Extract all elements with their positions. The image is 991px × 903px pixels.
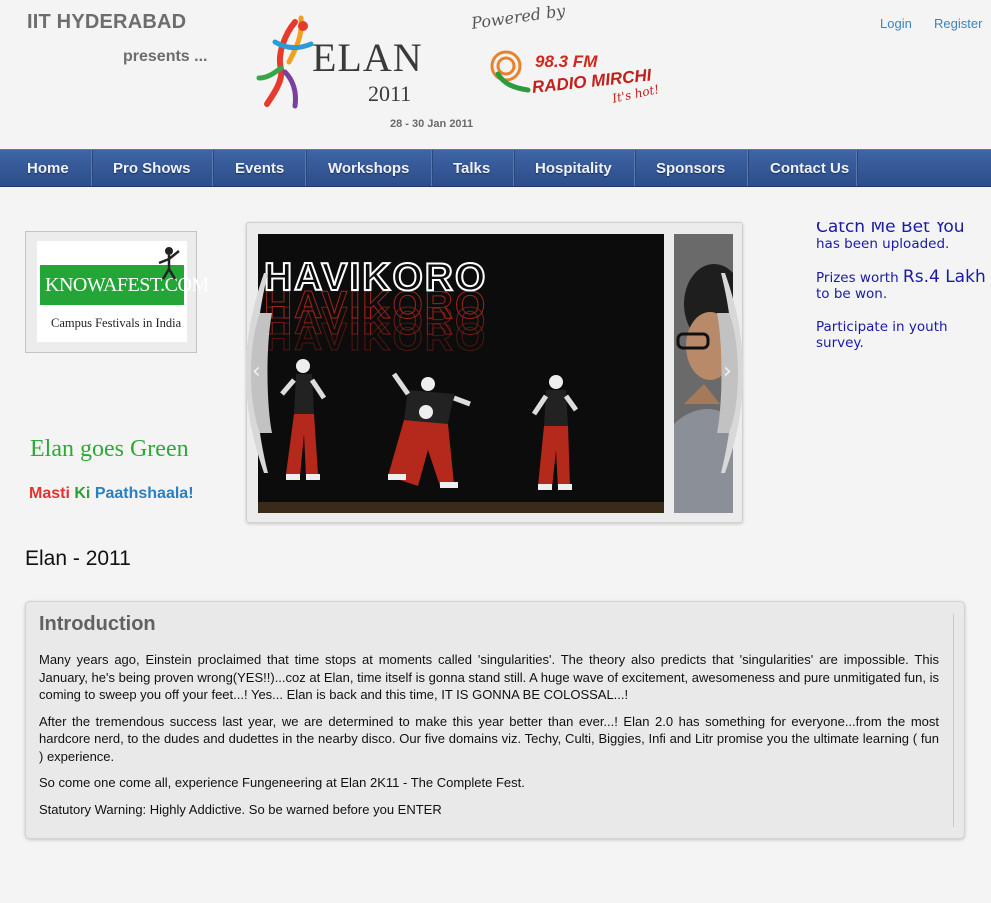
main-nav: Home Pro Shows Events Workshops Talks Ho…	[0, 149, 991, 187]
news-item[interactable]: Participate in youth survey.	[816, 319, 986, 351]
masti-word-3: Paathshaala!	[94, 485, 194, 502]
news-item[interactable]: Catch Me Bet You has been uploaded.	[816, 222, 986, 252]
register-link[interactable]: Register	[934, 16, 982, 31]
masti-word-2: Ki	[74, 485, 91, 502]
knowafest-subtitle: Campus Festivals in India	[51, 316, 182, 330]
login-link[interactable]: Login	[880, 16, 912, 31]
news-text-post: to be won.	[816, 286, 888, 302]
slide-title: HAVIKORO	[263, 255, 488, 300]
chevron-right-icon: ›	[723, 359, 732, 384]
chevron-left-icon: ‹	[252, 359, 261, 384]
nav-sponsors[interactable]: Sponsors	[636, 150, 749, 186]
slider-prev-button[interactable]: ‹	[246, 273, 274, 473]
nav-pro-shows[interactable]: Pro Shows	[93, 150, 214, 186]
nav-home[interactable]: Home	[0, 150, 93, 186]
nav-hospitality[interactable]: Hospitality	[515, 150, 636, 186]
intro-body: Many years ago, Einstein proclaimed that…	[39, 651, 939, 827]
intro-paragraph: So come one come all, experience Fungene…	[39, 775, 525, 790]
masti-ki-paathshaala-link[interactable]: Masti Ki Paathshaala!	[29, 485, 194, 503]
presents-text: presents ...	[123, 48, 208, 65]
intro-paragraph: Many years ago, Einstein proclaimed that…	[39, 652, 939, 702]
intro-paragraph: After the tremendous success last year, …	[39, 713, 939, 764]
page-title: Elan - 2011	[25, 547, 131, 570]
slide-image[interactable]: HAVIKORO HAVIKORO HAVIKORO HAVIKORO	[258, 234, 664, 513]
org-name: IIT HYDERABAD	[27, 11, 187, 33]
news-ticker: Catch Me Bet You has been uploaded. Priz…	[816, 222, 986, 372]
fest-dates: 28 - 30 Jan 2011	[390, 118, 474, 130]
person-icon	[158, 247, 180, 280]
elan-goes-green-link[interactable]: Elan goes Green	[30, 436, 189, 463]
intro-paragraph: Statutory Warning: Highly Addictive. So …	[39, 801, 442, 817]
knowafest-logo: KNOWAFEST.COM Campus Festivals in India	[37, 241, 209, 342]
powered-by-text: Powered by	[470, 0, 567, 33]
slider-next-button[interactable]: ›	[715, 273, 743, 473]
logo-wordmark: ELAN	[312, 35, 423, 80]
sponsor-frequency: 98.3 FM	[535, 52, 598, 71]
nav-events[interactable]: Events	[214, 150, 307, 186]
news-detail: has been uploaded.	[816, 236, 950, 252]
dancers-image	[258, 359, 664, 513]
news-highlight: Rs.4 Lakh	[902, 267, 986, 287]
intro-heading: Introduction	[39, 613, 156, 635]
news-item[interactable]: Prizes worth Rs.4 Lakh to be won.	[816, 267, 986, 303]
introduction-panel: Introduction Many years ago, Einstein pr…	[25, 601, 965, 839]
nav-workshops[interactable]: Workshops	[307, 150, 433, 186]
nav-contact-us[interactable]: Contact Us	[749, 150, 858, 186]
logo-year: 2011	[368, 81, 412, 106]
panel-divider	[953, 614, 954, 827]
masti-word-1: Masti	[29, 485, 70, 502]
knowafest-banner[interactable]: KNOWAFEST.COM Campus Festivals in India	[25, 231, 209, 353]
nav-talks[interactable]: Talks	[433, 150, 515, 186]
news-headline: Catch Me Bet You	[816, 222, 965, 237]
news-text-pre: Prizes worth	[816, 270, 903, 286]
image-slider: HAVIKORO HAVIKORO HAVIKORO HAVIKORO ‹ ›	[246, 222, 743, 523]
news-text: Participate in youth survey.	[816, 319, 948, 351]
